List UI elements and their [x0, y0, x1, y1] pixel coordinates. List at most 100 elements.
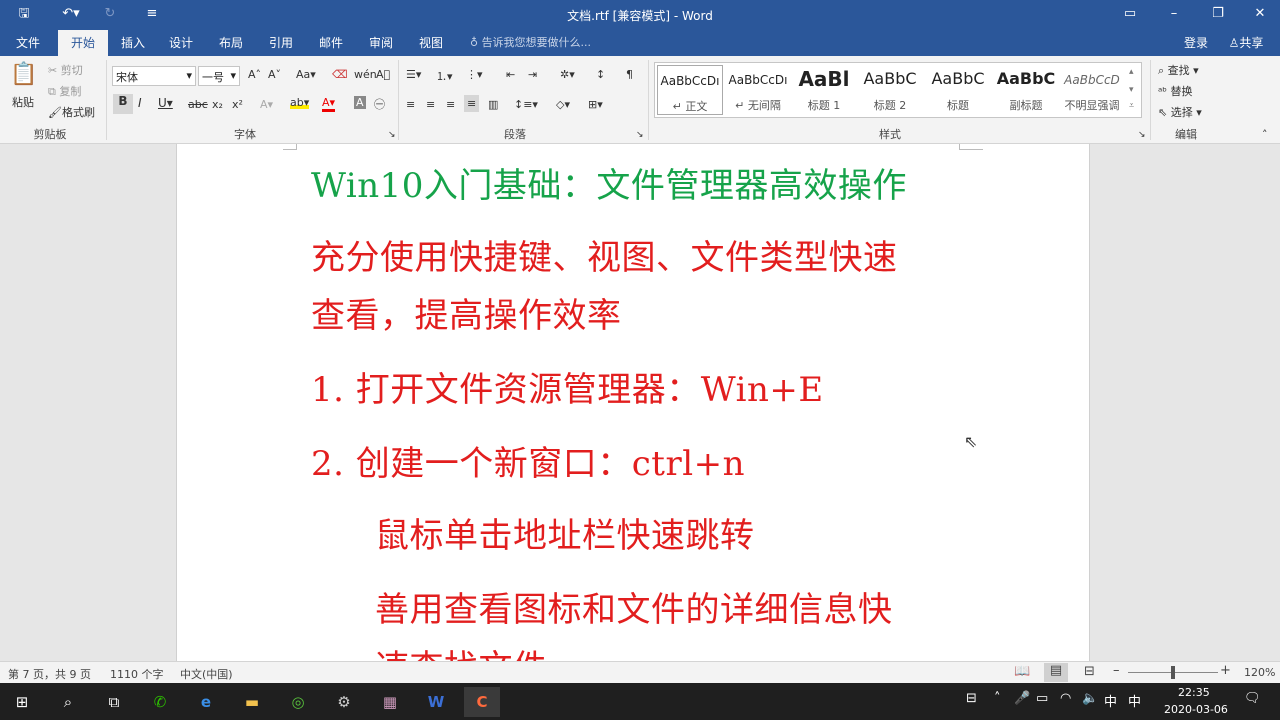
justify-icon[interactable]: ≡	[464, 95, 480, 112]
decrease-indent-icon[interactable]: ⇤	[506, 68, 515, 81]
word-count[interactable]: 1110 个字	[110, 666, 164, 682]
style-no-spacing[interactable]: AaBbCcDı ↵ 无间隔	[725, 65, 791, 115]
collapse-ribbon-icon[interactable]: ˄	[1262, 128, 1268, 141]
search-icon[interactable]: ⌕	[50, 687, 86, 717]
tab-mailings[interactable]: 邮件	[310, 30, 352, 56]
shading-icon[interactable]: ◇▾	[556, 98, 570, 111]
scroll-up-icon[interactable]: ▴	[1129, 67, 1134, 77]
grow-font-button[interactable]: A˄	[248, 68, 261, 81]
maximize-icon[interactable]: ❐	[1206, 3, 1230, 25]
read-mode-icon[interactable]: 📖	[1014, 664, 1030, 679]
wifi-icon[interactable]: ◠	[1060, 691, 1071, 706]
strikethrough-button[interactable]: abc	[188, 98, 208, 111]
align-right-icon[interactable]: ≡	[446, 98, 455, 111]
find-button[interactable]: ⌕ 查找 ▾	[1158, 62, 1199, 78]
tab-references[interactable]: 引用	[260, 30, 302, 56]
highlight-icon[interactable]: ab▾	[290, 96, 310, 109]
shrink-font-button[interactable]: A˅	[268, 68, 281, 81]
align-center-icon[interactable]: ≡	[426, 98, 435, 111]
style-subtitle[interactable]: AaBbC 副标题	[993, 65, 1059, 115]
tab-design[interactable]: 设计	[160, 30, 202, 56]
more-styles-icon[interactable]: ⩡	[1129, 101, 1134, 111]
close-icon[interactable]: ✕	[1248, 3, 1272, 25]
style-normal[interactable]: AaBbCcDı ↵ 正文	[657, 65, 723, 115]
windows-start-icon[interactable]: ⊞	[4, 687, 40, 717]
archive-icon[interactable]: ▦	[372, 687, 408, 717]
volume-icon[interactable]: 🔈	[1082, 691, 1098, 706]
underline-button[interactable]: U▾	[158, 96, 173, 110]
scroll-down-icon[interactable]: ▾	[1129, 85, 1134, 95]
word-icon[interactable]: W	[418, 687, 454, 717]
format-painter-button[interactable]: 🖌格式刷	[48, 104, 95, 120]
wechat-icon[interactable]: ✆	[142, 687, 178, 717]
align-left-icon[interactable]: ≡	[406, 98, 415, 111]
style-heading-1[interactable]: AaBl 标题 1	[791, 65, 857, 115]
sort-icon[interactable]: ↕	[596, 68, 605, 81]
superscript-button[interactable]: x²	[232, 98, 243, 111]
font-size-box[interactable]: 一号 ▾	[198, 66, 240, 86]
tab-insert[interactable]: 插入	[112, 30, 154, 56]
language[interactable]: 中文(中国)	[180, 666, 233, 682]
borders-icon[interactable]: ⊞▾	[588, 98, 603, 111]
tell-me-box[interactable]: ♁ 告诉我您想要做什么...	[470, 30, 591, 56]
zoom-level[interactable]: 120%	[1244, 666, 1275, 679]
clock-time[interactable]: 22:35	[1178, 686, 1210, 699]
settings-gear-icon[interactable]: ⚙	[326, 687, 362, 717]
show-marks-icon[interactable]: ¶	[626, 68, 633, 81]
ime-toolbar-icon[interactable]: ⊟	[966, 691, 977, 706]
edge-icon[interactable]: e	[188, 687, 224, 717]
change-case-button[interactable]: Aa▾	[296, 68, 316, 81]
web-layout-icon[interactable]: ⊟	[1084, 664, 1095, 679]
paste-icon[interactable]: 📋	[10, 62, 38, 90]
tab-review[interactable]: 审阅	[360, 30, 402, 56]
ribbon-display-icon[interactable]: ▭	[1118, 3, 1142, 25]
distributed-icon[interactable]: ▥	[488, 98, 498, 111]
tab-view[interactable]: 视图	[410, 30, 452, 56]
battery-icon[interactable]: ▭	[1036, 691, 1048, 706]
asian-layout-icon[interactable]: ✲▾	[560, 68, 575, 81]
dialog-launcher-icon[interactable]: ↘	[636, 130, 644, 140]
paste-button[interactable]: 粘贴	[12, 94, 34, 110]
zoom-in-icon[interactable]: +	[1220, 663, 1231, 678]
ime-mode-indicator[interactable]: 中	[1128, 691, 1141, 710]
line-spacing-icon[interactable]: ↕≡▾	[514, 98, 538, 111]
char-shading-icon[interactable]: A	[354, 96, 366, 109]
zoom-out-icon[interactable]: –	[1113, 663, 1120, 678]
font-name-box[interactable]: 宋体 ▾	[112, 66, 196, 86]
cut-button[interactable]: ✂ 剪切	[48, 62, 83, 78]
notification-icon[interactable]: 🗨	[1244, 691, 1261, 706]
bullets-icon[interactable]: ☰▾	[406, 68, 421, 81]
share-button[interactable]: ♙共享	[1220, 30, 1272, 56]
select-button[interactable]: ⇖ 选择 ▾	[1158, 104, 1202, 120]
style-title[interactable]: AaBbC 标题	[925, 65, 991, 115]
microphone-icon[interactable]: 🎤	[1014, 691, 1030, 706]
replace-button[interactable]: ᵃᵇ 替换	[1158, 83, 1193, 99]
copy-button[interactable]: ⧉ 复制	[48, 83, 81, 99]
text-effects-icon[interactable]: A▾	[260, 98, 273, 111]
browser-icon[interactable]: ◎	[280, 687, 316, 717]
bold-button[interactable]: B	[113, 94, 133, 114]
print-layout-icon[interactable]: ▤	[1044, 663, 1068, 682]
increase-indent-icon[interactable]: ⇥	[528, 68, 537, 81]
enclose-char-icon[interactable]: ㊀	[374, 96, 385, 112]
page-count[interactable]: 第 7 页，共 9 页	[8, 666, 91, 682]
file-explorer-icon[interactable]: ▬	[234, 687, 270, 717]
multilevel-list-icon[interactable]: ⋮▾	[466, 68, 483, 81]
tab-home[interactable]: 开始	[58, 30, 108, 56]
numbering-icon[interactable]: ⒈▾	[436, 68, 453, 84]
clear-format-icon[interactable]: ⌫	[332, 68, 348, 81]
document-page[interactable]: Win10入门基础：文件管理器高效操作 充分使用快捷键、视图、文件类型快速 查看…	[176, 144, 1090, 661]
login-link[interactable]: 登录	[1178, 30, 1214, 56]
recorder-icon[interactable]: C	[464, 687, 500, 717]
char-border-icon[interactable]: A⃞	[376, 68, 390, 81]
style-heading-2[interactable]: AaBbC 标题 2	[857, 65, 923, 115]
task-view-icon[interactable]: ⧉	[96, 687, 132, 717]
tab-file[interactable]: 文件	[6, 30, 50, 56]
font-color-icon[interactable]: A▾	[322, 96, 336, 112]
zoom-slider-thumb[interactable]	[1171, 666, 1175, 679]
minimize-icon[interactable]: –	[1162, 3, 1186, 25]
subscript-button[interactable]: x₂	[212, 98, 223, 111]
clock-date[interactable]: 2020-03-06	[1164, 703, 1228, 716]
ime-indicator[interactable]: 中	[1104, 691, 1117, 710]
style-subtle-emphasis[interactable]: AaBbCcD 不明显强调	[1059, 65, 1125, 115]
